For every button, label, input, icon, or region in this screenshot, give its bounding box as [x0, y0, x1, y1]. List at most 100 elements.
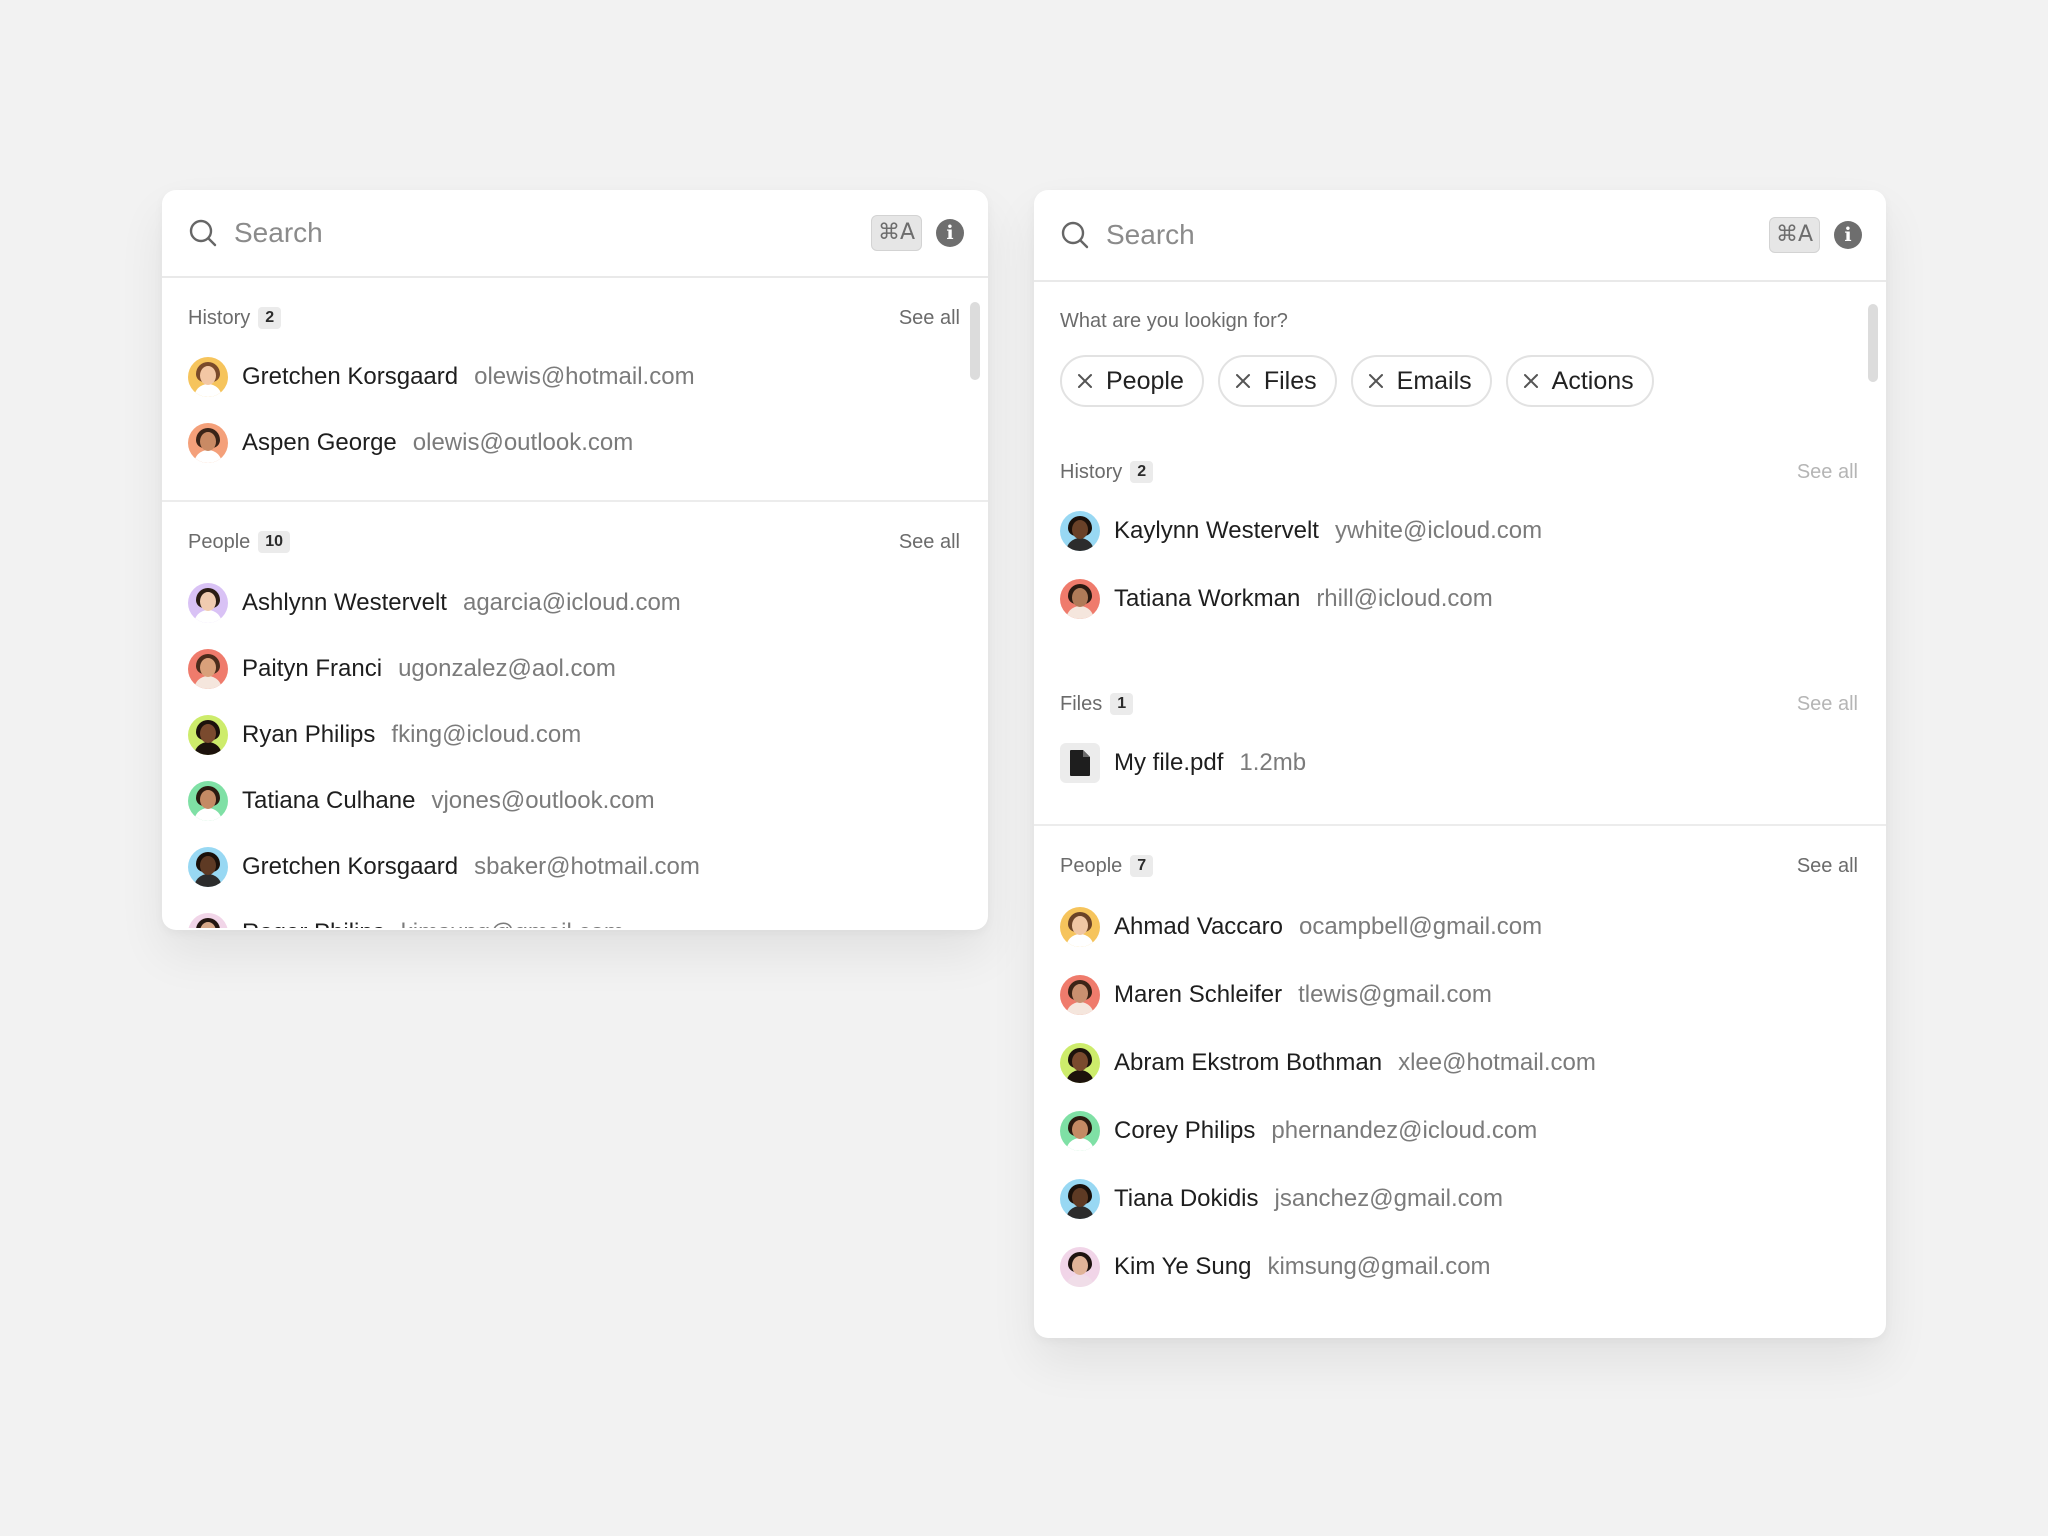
see-all-link[interactable]: See all — [899, 531, 960, 554]
person-row[interactable]: Gretchen Korsgaard olewis@hotmail.com — [188, 356, 960, 398]
person-row[interactable]: Tatiana Culhane vjones@outlook.com — [188, 780, 960, 822]
person-row[interactable]: Aspen George olewis@outlook.com — [188, 422, 960, 464]
person-email: ugonzalez@aol.com — [398, 655, 616, 682]
filter-prompt: What are you lookign for? — [1060, 310, 1288, 332]
count-badge: 2 — [258, 307, 282, 329]
search-bar: ⌘A i — [1034, 190, 1886, 282]
person-name: Tatiana Culhane — [242, 787, 416, 814]
section-title: Files — [1060, 692, 1103, 715]
results-list[interactable]: History 2 See all Gretchen Korsgaard olew… — [162, 278, 988, 928]
chip-label: Emails — [1396, 366, 1472, 395]
person-email: kimsung@gmail.com — [401, 919, 624, 928]
people-list: Ahmad Vaccaro ocampbell@gmail.com Maren Sc… — [1060, 906, 1858, 1288]
count-badge: 7 — [1130, 855, 1154, 877]
avatar — [1060, 511, 1100, 551]
person-row[interactable]: Ashlynn Westervelt agarcia@icloud.com — [188, 582, 960, 624]
chip-label: Actions — [1551, 366, 1634, 395]
close-icon[interactable] — [1076, 372, 1094, 390]
person-email: phernandez@icloud.com — [1271, 1117, 1538, 1144]
keyboard-shortcut-badge: ⌘A — [870, 215, 922, 251]
person-email: sbaker@hotmail.com — [474, 853, 700, 880]
avatar — [1060, 907, 1100, 947]
person-name: Kaylynn Westervelt — [1114, 517, 1319, 544]
avatar — [188, 715, 228, 755]
search-input[interactable] — [1104, 218, 1769, 252]
people-section: People 7 See all Ahmad Vaccaro ocampbell@… — [1034, 824, 1886, 1288]
avatar — [188, 847, 228, 887]
filter-chip[interactable]: Actions — [1505, 355, 1654, 407]
info-icon[interactable]: i — [1834, 221, 1862, 249]
close-icon[interactable] — [1234, 372, 1252, 390]
person-row[interactable]: Maren Schleifer tlewis@gmail.com — [1060, 974, 1858, 1016]
avatar — [1060, 1247, 1100, 1287]
avatar — [1060, 1111, 1100, 1151]
section-title: History — [1060, 460, 1123, 483]
person-email: olewis@hotmail.com — [474, 363, 695, 390]
person-email: olewis@outlook.com — [412, 429, 634, 456]
section-header: Files 1 See all — [1060, 686, 1858, 722]
see-all-link[interactable]: See all — [1797, 461, 1858, 484]
history-list: Gretchen Korsgaard olewis@hotmail.com Aspe… — [188, 356, 960, 464]
filter-chip[interactable]: Files — [1217, 355, 1337, 407]
person-name: Tatiana Workman — [1114, 585, 1301, 612]
history-section: History 2 See all Gretchen Korsgaard olew… — [162, 278, 988, 500]
person-row[interactable]: Tiana Dokidis jsanchez@gmail.com — [1060, 1178, 1858, 1220]
document-icon — [1060, 743, 1100, 783]
history-list: Kaylynn Westervelt ywhite@icloud.com Tatia… — [1060, 510, 1858, 620]
avatar — [1060, 579, 1100, 619]
person-row[interactable]: Tatiana Workman rhill@icloud.com — [1060, 578, 1858, 620]
person-row[interactable]: Ryan Philips fking@icloud.com — [188, 714, 960, 756]
person-name: Ryan Philips — [242, 721, 376, 748]
filter-section: What are you lookign for? People Files Ema… — [1034, 282, 1886, 442]
count-badge: 1 — [1110, 693, 1134, 715]
search-panel-left: ⌘A i History 2 See all Gretchen Korsgaar… — [162, 190, 988, 930]
see-all-link[interactable]: See all — [1797, 855, 1858, 878]
close-icon[interactable] — [1522, 372, 1540, 390]
person-email: xlee@hotmail.com — [1398, 1049, 1596, 1076]
search-icon — [1060, 220, 1090, 250]
person-row[interactable]: Kim Ye Sung kimsung@gmail.com — [1060, 1246, 1858, 1288]
filter-chip[interactable]: People — [1060, 355, 1204, 407]
person-name: Paityn Franci — [242, 655, 383, 682]
scrollbar-thumb[interactable] — [1868, 304, 1878, 382]
person-email: fking@icloud.com — [391, 721, 582, 748]
scrollbar-thumb[interactable] — [970, 302, 980, 380]
file-row[interactable]: My file.pdf 1.2mb — [1060, 742, 1858, 784]
person-email: ywhite@icloud.com — [1334, 517, 1543, 544]
search-panel-right: ⌘A i What are you lookign for? People Fil… — [1034, 190, 1886, 1338]
person-row[interactable]: Paityn Franci ugonzalez@aol.com — [188, 648, 960, 690]
info-icon[interactable]: i — [936, 219, 964, 247]
person-row[interactable]: Roger Philips kimsung@gmail.com — [188, 912, 960, 928]
file-name: My file.pdf — [1114, 749, 1224, 776]
see-all-link[interactable]: See all — [1797, 693, 1858, 716]
person-row[interactable]: Kaylynn Westervelt ywhite@icloud.com — [1060, 510, 1858, 552]
section-title: People — [188, 530, 251, 553]
person-email: rhill@icloud.com — [1316, 585, 1493, 612]
section-title: People — [1060, 854, 1123, 877]
see-all-link[interactable]: See all — [899, 307, 960, 330]
search-input[interactable] — [232, 216, 871, 250]
filter-chips: People Files Emails Actions — [1060, 355, 1858, 407]
avatar — [1060, 1179, 1100, 1219]
results-list[interactable]: What are you lookign for? People Files Ema… — [1034, 282, 1886, 1288]
avatar — [188, 649, 228, 689]
section-title: History — [188, 306, 251, 329]
person-name: Ashlynn Westervelt — [242, 589, 447, 616]
person-row[interactable]: Gretchen Korsgaard sbaker@hotmail.com — [188, 846, 960, 888]
close-icon[interactable] — [1367, 372, 1385, 390]
avatar — [188, 423, 228, 463]
avatar — [188, 583, 228, 623]
person-name: Gretchen Korsgaard — [242, 363, 459, 390]
keyboard-shortcut-badge: ⌘A — [1768, 217, 1820, 253]
person-row[interactable]: Corey Philips phernandez@icloud.com — [1060, 1110, 1858, 1152]
person-email: vjones@outlook.com — [431, 787, 655, 814]
person-row[interactable]: Abram Ekstrom Bothman xlee@hotmail.com — [1060, 1042, 1858, 1084]
chip-label: People — [1106, 366, 1184, 395]
section-header: People 7 See all — [1060, 848, 1858, 884]
person-row[interactable]: Ahmad Vaccaro ocampbell@gmail.com — [1060, 906, 1858, 948]
avatar — [188, 913, 228, 928]
count-badge: 10 — [258, 531, 291, 553]
filter-chip[interactable]: Emails — [1350, 355, 1492, 407]
people-section: People 10 See all Ashlynn Westervelt agar… — [162, 500, 988, 928]
person-name: Roger Philips — [242, 919, 385, 928]
